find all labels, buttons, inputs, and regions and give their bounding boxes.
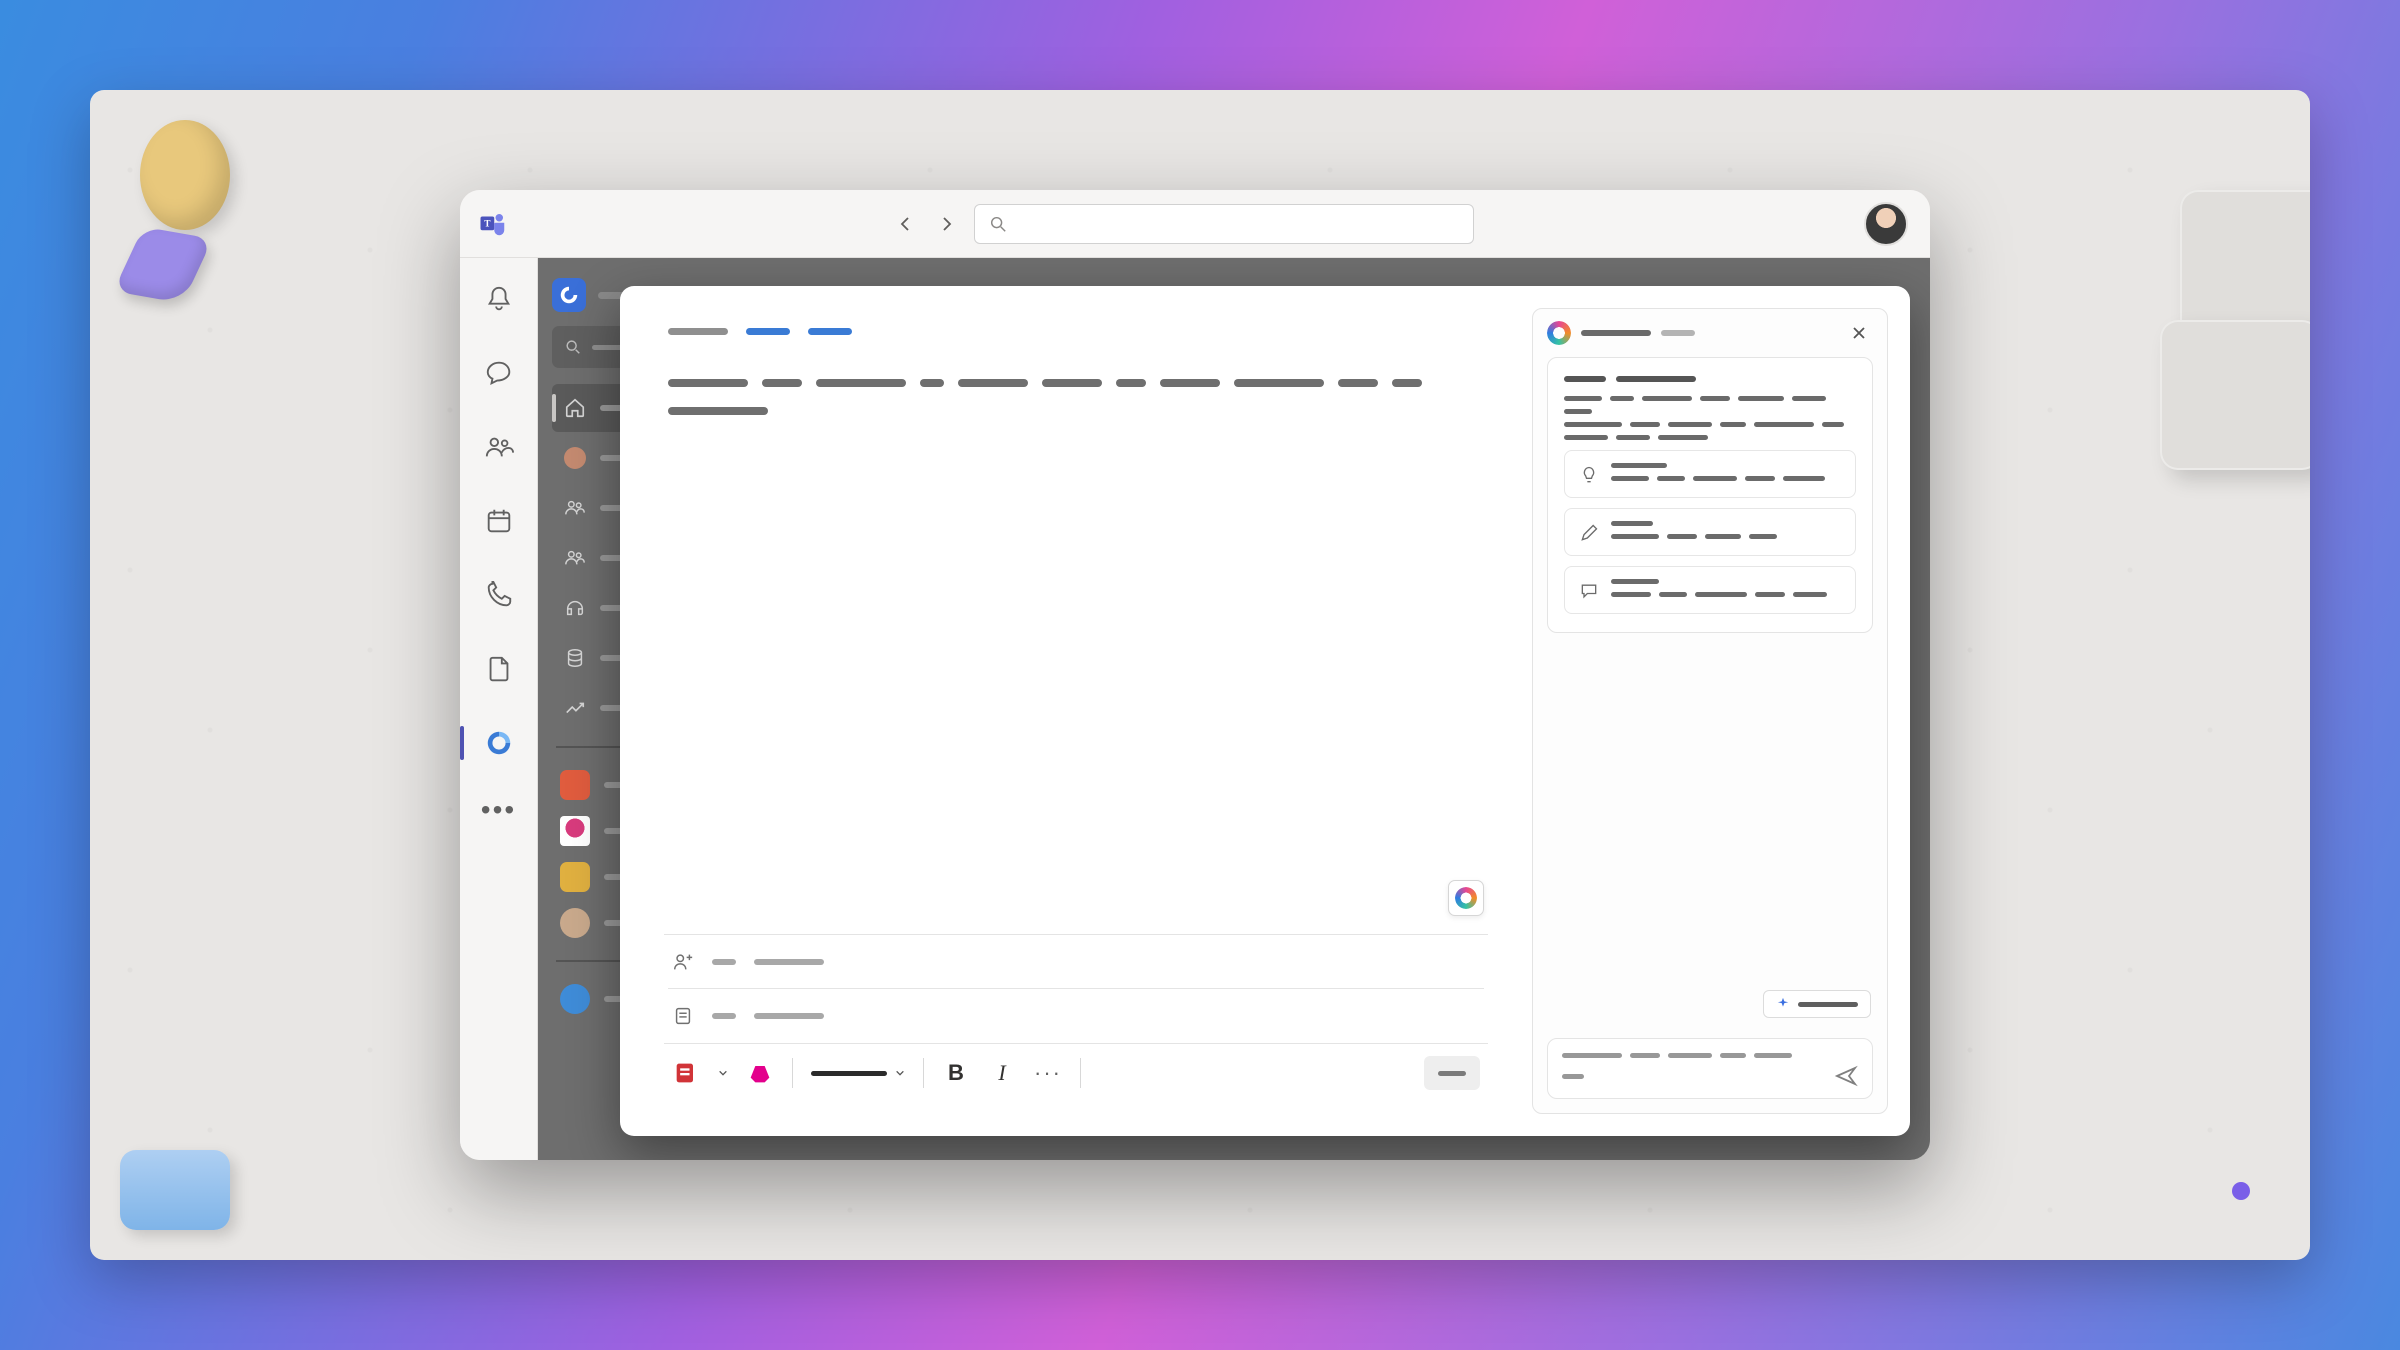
copilot-suggestion-2[interactable]	[1564, 508, 1856, 556]
avatar-icon	[564, 447, 586, 469]
rail-calls[interactable]	[474, 572, 524, 618]
title-bar: T	[460, 190, 1930, 258]
nav-forward-icon[interactable]	[938, 216, 954, 232]
bell-icon	[484, 284, 514, 314]
pencil-icon	[1579, 523, 1599, 543]
copilot-subtitle	[1661, 330, 1695, 336]
copilot-icon	[1547, 321, 1571, 345]
rail-chat[interactable]	[474, 350, 524, 396]
phone-icon	[484, 580, 514, 610]
attendees-field[interactable]	[668, 935, 1484, 989]
toolbar-more[interactable]: ···	[1034, 1059, 1062, 1087]
app-tile-icon	[560, 816, 590, 846]
copilot-regenerate[interactable]	[1763, 990, 1871, 1018]
copilot-fab[interactable]	[1448, 880, 1484, 916]
document-editor: B I ···	[620, 286, 1532, 1136]
italic-button[interactable]: I	[988, 1059, 1016, 1087]
copilot-icon	[1455, 887, 1477, 909]
avatar-icon	[560, 908, 590, 938]
rail-files[interactable]	[474, 646, 524, 692]
nav-back-icon[interactable]	[898, 216, 914, 232]
stage: B I ···	[538, 258, 1930, 1160]
chevron-down-icon[interactable]	[718, 1068, 728, 1078]
close-button[interactable]	[1845, 319, 1873, 347]
database-icon	[564, 647, 586, 669]
highlight-button[interactable]	[746, 1059, 774, 1087]
chevron-down-icon	[895, 1068, 905, 1078]
loop-app-icon	[552, 278, 586, 312]
people-icon	[564, 497, 586, 519]
rail-calendar[interactable]	[474, 498, 524, 544]
rail-activity[interactable]	[474, 276, 524, 322]
bold-button[interactable]: B	[942, 1059, 970, 1087]
notes-icon	[672, 1005, 694, 1027]
send-icon[interactable]	[1834, 1064, 1858, 1088]
crumb-2[interactable]	[746, 328, 790, 335]
attendees-icon	[672, 951, 694, 973]
calendar-icon	[484, 506, 514, 536]
decor-cylinder	[120, 1150, 230, 1230]
app-tile-icon	[560, 984, 590, 1014]
teams-logo-icon: T	[478, 209, 508, 239]
font-picker[interactable]	[811, 1068, 905, 1078]
app-tile-icon	[560, 862, 590, 892]
people-icon	[484, 432, 514, 462]
home-icon	[564, 397, 586, 419]
file-icon	[484, 654, 514, 684]
crumb-3[interactable]	[808, 328, 852, 335]
send-button[interactable]	[1424, 1056, 1480, 1090]
decor-dot	[2232, 1182, 2250, 1200]
rail-teams[interactable]	[474, 424, 524, 470]
document-body[interactable]	[668, 379, 1484, 415]
people-icon	[564, 547, 586, 569]
editor-toolbar: B I ···	[668, 1044, 1484, 1102]
copilot-input[interactable]	[1547, 1038, 1873, 1099]
document-card: B I ···	[620, 286, 1910, 1136]
breadcrumb[interactable]	[668, 328, 1484, 335]
copilot-title	[1581, 330, 1651, 336]
trend-icon	[564, 697, 586, 719]
headset-icon	[564, 597, 586, 619]
decor-cards	[2160, 190, 2310, 550]
notes-field[interactable]	[668, 989, 1484, 1043]
close-icon	[1851, 325, 1867, 341]
chat-icon	[484, 358, 514, 388]
loop-icon	[484, 728, 514, 758]
component-menu[interactable]	[672, 1059, 700, 1087]
copilot-panel	[1532, 308, 1888, 1114]
copilot-intro-card	[1547, 357, 1873, 633]
decor-cursor	[113, 227, 212, 304]
self-avatar[interactable]	[1864, 202, 1908, 246]
teams-window: T	[460, 190, 1930, 1160]
copilot-suggestion-1[interactable]	[1564, 450, 1856, 498]
app-rail: •••	[460, 258, 538, 1160]
app-tile-icon	[560, 770, 590, 800]
sparkle-icon	[1776, 997, 1790, 1011]
search-input[interactable]	[974, 204, 1474, 244]
chatbubble-icon	[1579, 581, 1599, 601]
rail-loop[interactable]	[474, 720, 524, 766]
search-icon	[564, 338, 582, 356]
copilot-suggestion-3[interactable]	[1564, 566, 1856, 614]
crumb-1[interactable]	[668, 328, 728, 335]
search-icon	[989, 215, 1007, 233]
rail-more[interactable]: •••	[481, 794, 516, 826]
svg-text:T: T	[484, 219, 491, 229]
lightbulb-icon	[1579, 465, 1599, 485]
decor-sphere	[140, 120, 230, 230]
